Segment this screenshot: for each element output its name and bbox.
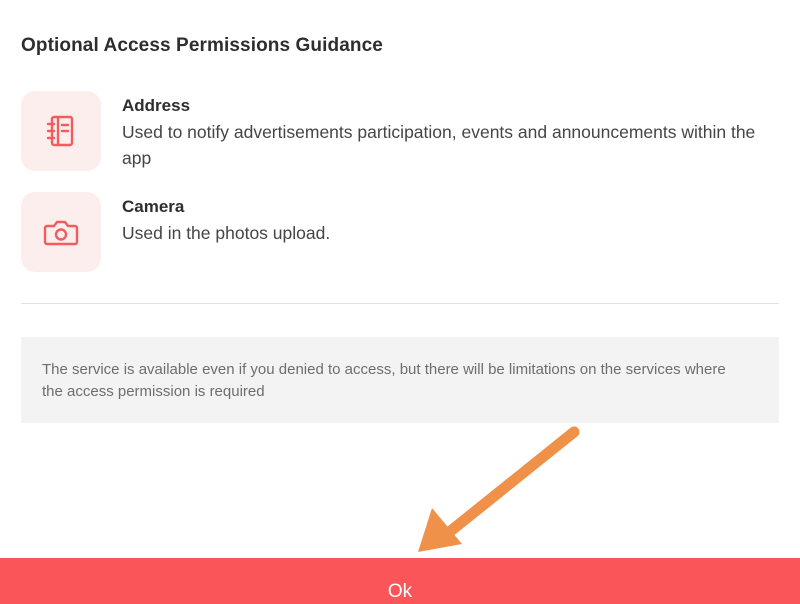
permission-item-address: Address Used to notify advertisements pa… bbox=[21, 91, 781, 171]
permission-desc-address: Used to notify advertisements participat… bbox=[122, 122, 756, 168]
arrow-pointer-icon bbox=[418, 426, 580, 552]
divider bbox=[21, 303, 779, 304]
notebook-icon bbox=[46, 115, 74, 147]
ok-button[interactable]: Ok bbox=[0, 558, 800, 604]
address-icon-box bbox=[21, 91, 101, 171]
page-title: Optional Access Permissions Guidance bbox=[21, 35, 383, 56]
notice-box: The service is available even if you den… bbox=[21, 337, 779, 423]
permission-name-camera: Camera bbox=[122, 197, 185, 216]
camera-icon-box bbox=[21, 192, 101, 272]
permission-name-address: Address bbox=[122, 96, 191, 115]
permission-desc-camera: Used in the photos upload. bbox=[122, 223, 331, 243]
camera-icon bbox=[43, 220, 79, 246]
permission-item-camera: Camera Used in the photos upload. bbox=[21, 192, 781, 272]
permissions-dialog: Optional Access Permissions Guidance Add… bbox=[0, 0, 800, 604]
